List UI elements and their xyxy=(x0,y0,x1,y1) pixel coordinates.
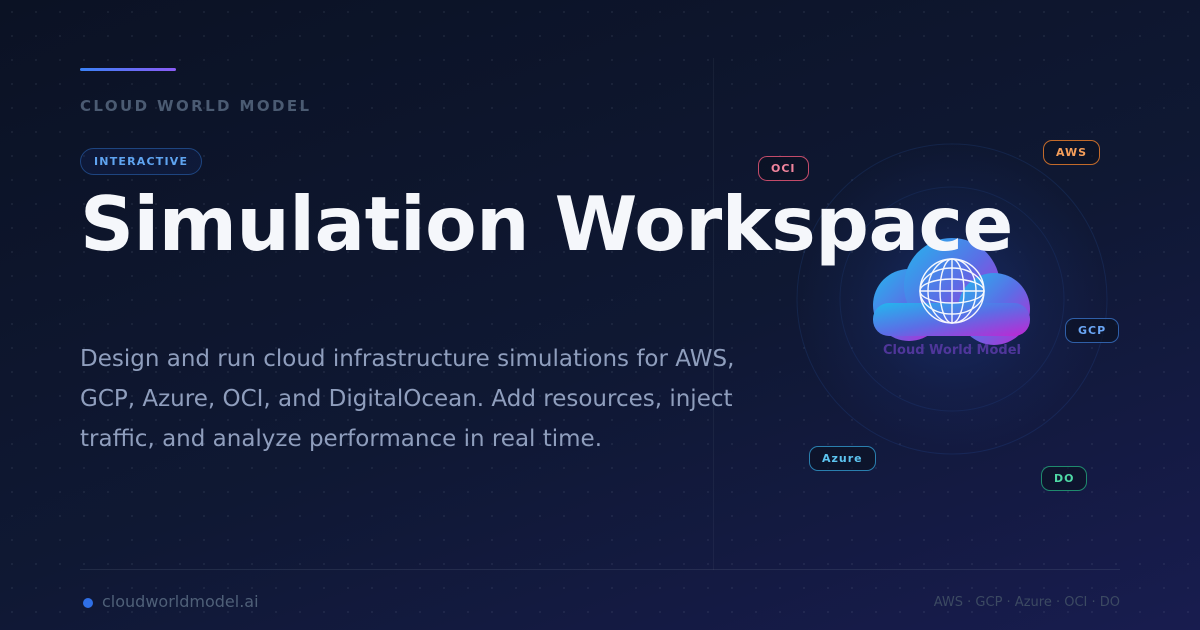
provider-badge-do: DO xyxy=(1041,466,1088,491)
provider-badge-azure: Azure xyxy=(809,446,876,471)
brand-eyebrow: CLOUD WORLD MODEL xyxy=(80,97,312,115)
vertical-divider xyxy=(713,58,714,570)
provider-badge-gcp: GCP xyxy=(1065,318,1120,343)
page-description: Design and run cloud infrastructure simu… xyxy=(80,346,735,452)
footer-divider xyxy=(80,569,1120,570)
page-title: Simulation Workspace xyxy=(80,180,1013,268)
accent-bar xyxy=(80,68,176,71)
provider-badge-oci: OCI xyxy=(758,156,809,181)
interactive-tag: INTERACTIVE xyxy=(80,148,203,175)
footer-site-link[interactable]: cloudworldmodel.ai xyxy=(102,592,259,611)
status-dot-icon xyxy=(83,598,93,608)
provider-badge-aws: AWS xyxy=(1043,140,1101,165)
footer-provider-list: AWS · GCP · Azure · OCI · DO xyxy=(933,595,1120,610)
logo-caption: Cloud World Model xyxy=(883,343,1021,358)
